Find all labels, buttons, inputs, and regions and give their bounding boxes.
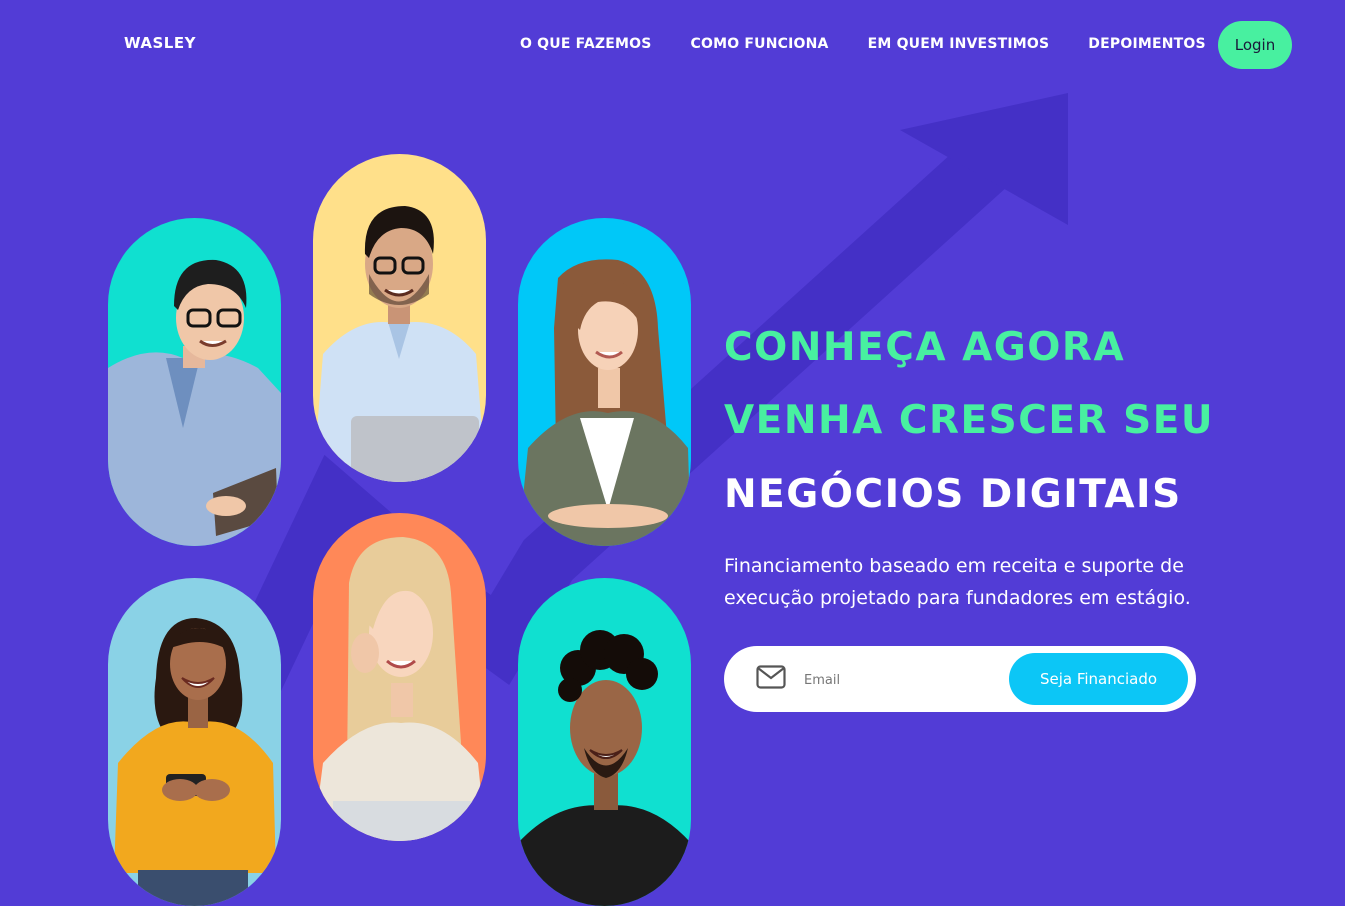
- person-photo-man-laptop: [313, 154, 486, 482]
- nav-item-who-we-invest[interactable]: EM QUEM INVESTIMOS: [868, 36, 1050, 52]
- main-nav: O QUE FAZEMOS COMO FUNCIONA EM QUEM INVE…: [520, 36, 1206, 52]
- nav-item-testimonials[interactable]: DEPOIMENTOS: [1088, 36, 1206, 52]
- brand-logo[interactable]: WASLEY: [124, 34, 196, 52]
- person-photo-woman-phone: [108, 578, 281, 906]
- person-photo-man-glasses-tablet: [108, 218, 281, 546]
- email-input[interactable]: [802, 664, 996, 696]
- hero-headline-line2: VENHA CRESCER SEU: [724, 398, 1215, 443]
- login-button[interactable]: Login: [1218, 21, 1292, 69]
- hero-subtitle: Financiamento baseado em receita e supor…: [724, 555, 1191, 609]
- mail-icon: [756, 665, 786, 689]
- person-photo-man-curly: [518, 578, 691, 906]
- nav-item-what-we-do[interactable]: O QUE FAZEMOS: [520, 36, 652, 52]
- signup-form: Seja Financiado: [724, 646, 1196, 712]
- hero-headline-line3: NEGÓCIOS DIGITAIS: [724, 472, 1182, 517]
- get-funded-button[interactable]: Seja Financiado: [1009, 653, 1188, 705]
- hero-headline-line1: CONHEÇA AGORA: [724, 325, 1126, 370]
- person-photo-woman-blonde: [313, 513, 486, 841]
- nav-item-how-it-works[interactable]: COMO FUNCIONA: [691, 36, 829, 52]
- person-photo-woman-jacket: [518, 218, 691, 546]
